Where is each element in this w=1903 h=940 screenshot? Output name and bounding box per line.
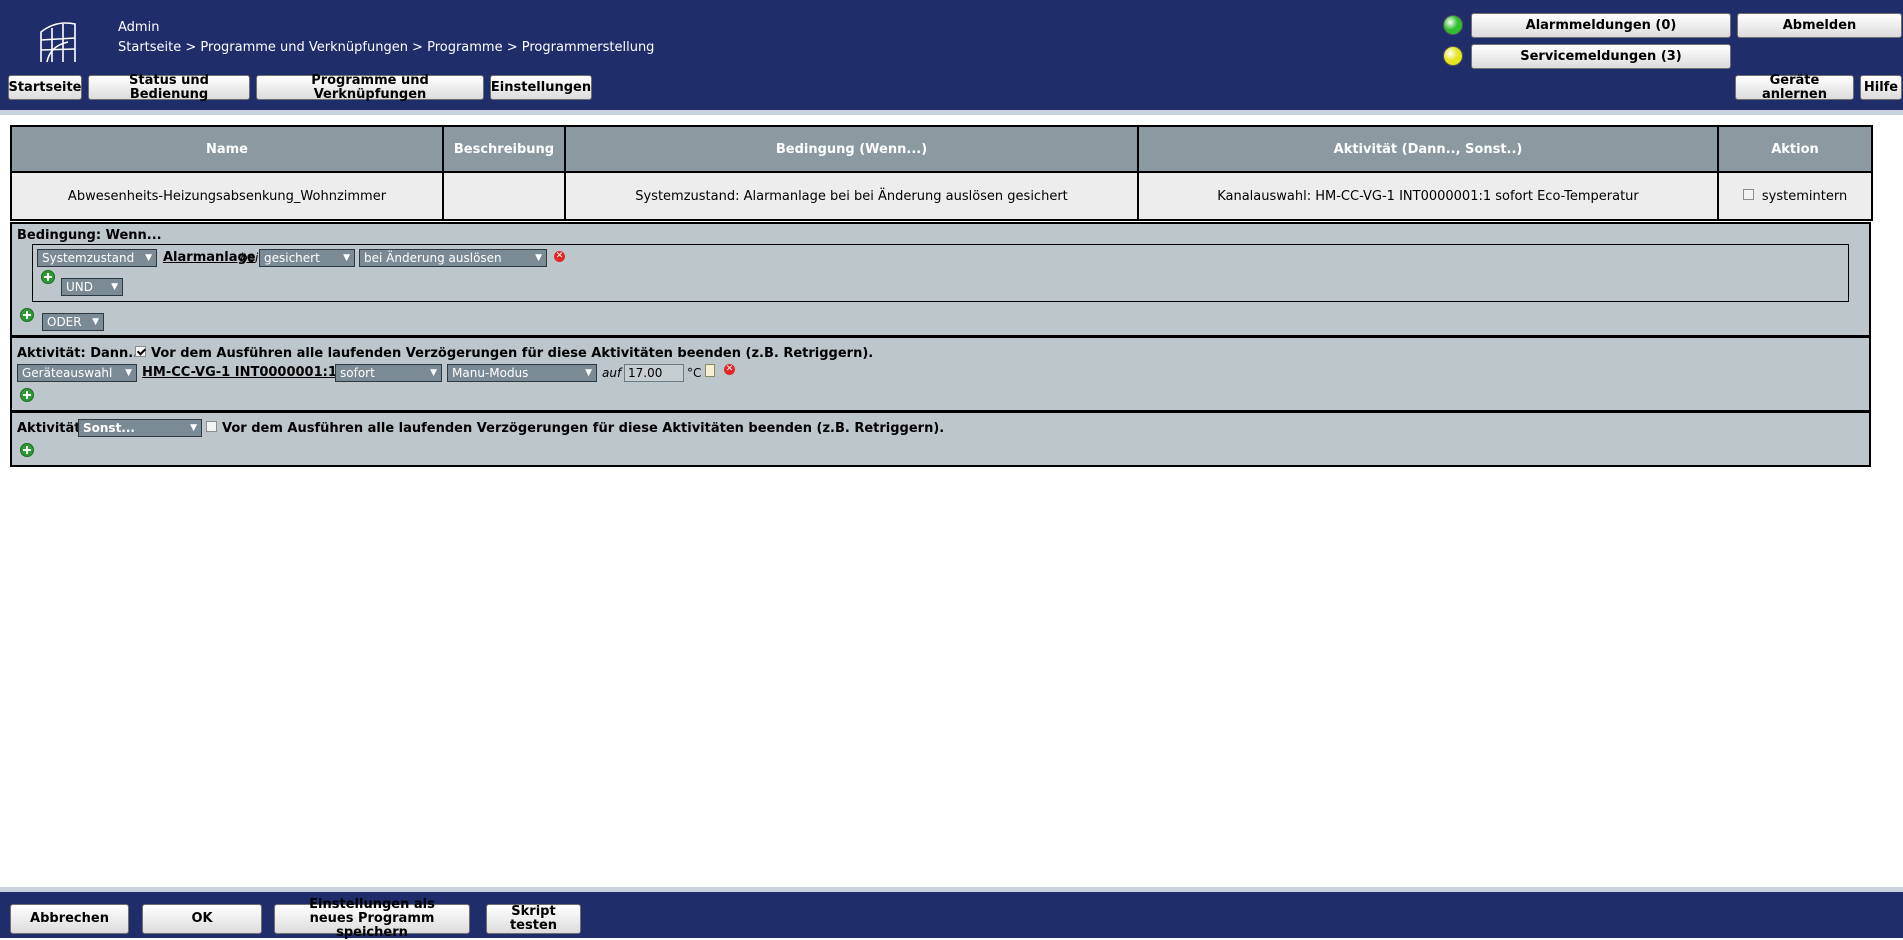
- document-icon[interactable]: [705, 364, 715, 377]
- header-bar: Admin Startseite > Programme und Verknüp…: [0, 0, 1903, 110]
- column-header-condition: Bedingung (Wenn...): [564, 125, 1139, 173]
- learn-devices-button[interactable]: Geräte anlernen: [1735, 73, 1854, 101]
- test-script-button[interactable]: Skript testen: [486, 904, 581, 934]
- alarm-status-led-icon: [1443, 15, 1463, 35]
- else-heading: Aktivität:: [17, 421, 86, 436]
- homematic-logo-icon: [40, 22, 76, 63]
- temperature-value-input[interactable]: [624, 364, 684, 382]
- auf-label: auf: [602, 366, 622, 380]
- column-header-activity: Aktivität (Dann.., Sonst..): [1137, 125, 1719, 173]
- add-else-activity-icon[interactable]: [20, 443, 34, 457]
- nav-programme-verknuepfungen[interactable]: Programme und Verknüpfungen: [256, 73, 484, 101]
- nav-einstellungen[interactable]: Einstellungen: [490, 75, 592, 100]
- device-type-select[interactable]: Geräteauswahl ▼: [17, 364, 137, 382]
- column-header-action: Aktion: [1717, 125, 1873, 173]
- mode-select[interactable]: Manu-Modus ▼: [447, 364, 597, 382]
- alarm-messages-button[interactable]: Alarmmeldungen (0): [1471, 13, 1731, 38]
- condition-state-select[interactable]: gesichert ▼: [259, 249, 355, 267]
- device-link[interactable]: HM-CC-VG-1 INT0000001:1: [142, 365, 337, 380]
- condition-trigger-select[interactable]: bei Änderung auslösen ▼: [359, 249, 547, 267]
- program-table: Name Beschreibung Bedingung (Wenn...) Ak…: [10, 125, 1873, 221]
- else-select[interactable]: Sonst... ▼: [78, 419, 202, 437]
- cancel-button[interactable]: Abbrechen: [10, 904, 129, 934]
- nav-startseite[interactable]: Startseite: [8, 75, 82, 100]
- condition-heading: Bedingung: Wenn...: [17, 228, 162, 243]
- program-action-cell: systemintern: [1717, 171, 1873, 221]
- program-description-cell[interactable]: [442, 171, 566, 221]
- or-operator-select[interactable]: ODER ▼: [42, 313, 104, 331]
- help-button[interactable]: Hilfe: [1860, 75, 1902, 100]
- header-divider: [0, 110, 1903, 115]
- nav-status-bedienung[interactable]: Status und Bedienung: [88, 73, 250, 101]
- column-header-description: Beschreibung: [442, 125, 566, 173]
- user-name: Admin: [118, 20, 160, 35]
- logout-button[interactable]: Abmelden: [1737, 13, 1902, 38]
- add-or-condition-icon[interactable]: [20, 308, 34, 322]
- program-name-cell[interactable]: Abwesenheits-Heizungsabsenkung_Wohnzimme…: [10, 171, 444, 221]
- condition-panel: Bedingung: Wenn... Systemzustand ▼ Alarma…: [10, 222, 1871, 337]
- table-row: Abwesenheits-Heizungsabsenkung_Wohnzimme…: [10, 171, 1873, 221]
- footer-bar: Abbrechen OK Einstellungen als neues Pro…: [0, 892, 1903, 940]
- add-and-condition-icon[interactable]: [41, 270, 55, 284]
- else-activity-panel: Aktivität: Sonst... ▼ Vor dem Ausführen a…: [10, 411, 1871, 467]
- then-stop-delays-label: Vor dem Ausführen alle laufenden Verzöge…: [151, 346, 874, 361]
- then-heading: Aktivität: Dann...: [17, 346, 144, 361]
- table-header-row: Name Beschreibung Bedingung (Wenn...) Ak…: [10, 125, 1873, 173]
- and-operator-select[interactable]: UND ▼: [61, 278, 123, 296]
- unit-label: °C: [687, 366, 702, 380]
- timing-select[interactable]: sofort ▼: [335, 364, 442, 382]
- service-messages-button[interactable]: Servicemeldungen (3): [1471, 44, 1731, 69]
- save-as-new-program-button[interactable]: Einstellungen als neues Programm speiche…: [274, 898, 470, 940]
- else-stop-delays-checkbox[interactable]: [206, 421, 217, 432]
- condition-group-box: Systemzustand ▼ Alarmanlage bei gesichert…: [32, 244, 1849, 302]
- remove-condition-icon[interactable]: ✕: [554, 251, 565, 262]
- remove-activity-icon[interactable]: ✕: [724, 364, 735, 375]
- then-stop-delays-checkbox[interactable]: [135, 346, 146, 357]
- systemintern-label: systemintern: [1761, 188, 1848, 204]
- program-activity-cell: Kanalauswahl: HM-CC-VG-1 INT0000001:1 so…: [1137, 171, 1719, 221]
- column-header-name: Name: [10, 125, 444, 173]
- else-stop-delays-label: Vor dem Ausführen alle laufenden Verzöge…: [222, 421, 945, 436]
- service-status-led-icon: [1443, 46, 1463, 66]
- add-then-activity-icon[interactable]: [20, 388, 34, 402]
- systemintern-checkbox[interactable]: [1742, 188, 1754, 200]
- bei-label: bei: [240, 251, 259, 265]
- ok-button[interactable]: OK: [142, 904, 262, 934]
- breadcrumb: Startseite > Programme und Verknüpfungen…: [118, 40, 655, 55]
- program-condition-cell: Systemzustand: Alarmanlage bei bei Änder…: [564, 171, 1139, 221]
- then-activity-panel: Aktivität: Dann... Vor dem Ausführen all…: [10, 336, 1871, 412]
- condition-type-select[interactable]: Systemzustand ▼: [37, 249, 157, 267]
